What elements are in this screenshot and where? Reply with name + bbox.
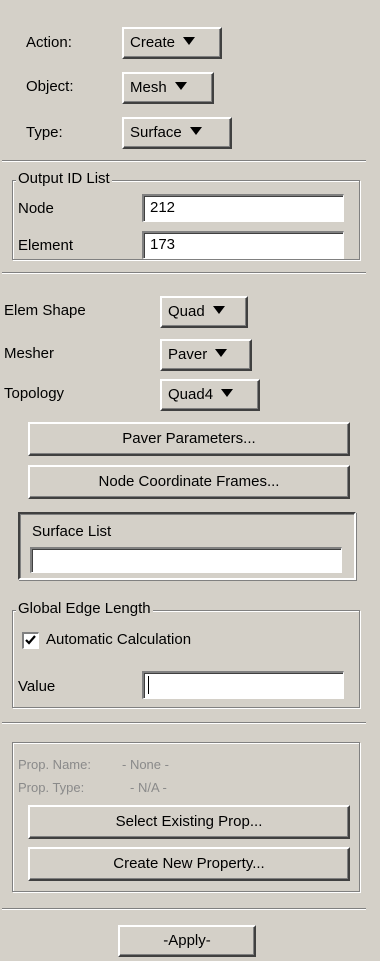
mesher-dropdown[interactable]: Paver <box>160 339 252 371</box>
mesher-value: Paver <box>168 346 208 363</box>
separator <box>2 908 366 910</box>
chevron-down-icon <box>189 127 202 136</box>
prop-name-label: Prop. Name: <box>18 757 91 772</box>
action-value: Create <box>130 34 176 51</box>
checkmark-icon <box>25 635 36 645</box>
type-dropdown[interactable]: Surface <box>122 117 232 149</box>
chevron-down-icon <box>221 389 234 398</box>
paver-parameters-button[interactable]: Paver Parameters... <box>28 422 350 456</box>
element-label: Element <box>18 237 74 254</box>
value-label: Value <box>18 678 56 695</box>
text-cursor <box>148 676 149 694</box>
apply-button[interactable]: -Apply- <box>118 925 256 957</box>
node-id-field[interactable]: 212 <box>142 194 344 222</box>
surface-list-input[interactable] <box>30 547 342 573</box>
node-label: Node <box>18 200 54 217</box>
separator <box>2 160 366 162</box>
separator <box>2 272 366 274</box>
chevron-down-icon <box>215 349 228 358</box>
chevron-down-icon <box>183 37 196 46</box>
automatic-calculation-checkbox[interactable] <box>22 632 39 649</box>
type-value: Surface <box>130 124 182 141</box>
node-coordinate-frames-button[interactable]: Node Coordinate Frames... <box>28 465 350 499</box>
object-label: Object: <box>26 78 74 95</box>
edge-length-value-field[interactable] <box>142 671 344 699</box>
chevron-down-icon <box>174 82 187 91</box>
separator <box>2 722 366 724</box>
mesher-label: Mesher <box>4 345 55 362</box>
element-id-field[interactable]: 173 <box>142 231 344 259</box>
topology-value: Quad4 <box>168 386 214 403</box>
topology-label: Topology <box>4 385 65 402</box>
object-value: Mesh <box>130 79 167 96</box>
prop-name-value: - None - <box>122 757 169 772</box>
object-dropdown[interactable]: Mesh <box>122 72 214 104</box>
create-new-property-button[interactable]: Create New Property... <box>28 847 350 881</box>
topology-dropdown[interactable]: Quad4 <box>160 379 260 411</box>
automatic-calculation-label: Automatic Calculation <box>46 631 192 648</box>
elem-shape-value: Quad <box>168 303 205 320</box>
prop-type-label: Prop. Type: <box>18 780 85 795</box>
elem-shape-label: Elem Shape <box>4 302 86 319</box>
global-edge-length-legend: Global Edge Length <box>16 600 153 617</box>
type-label: Type: <box>26 124 63 141</box>
chevron-down-icon <box>212 306 225 315</box>
output-id-list-legend: Output ID List <box>16 170 112 187</box>
elem-shape-dropdown[interactable]: Quad <box>160 296 248 328</box>
action-label: Action: <box>26 34 72 51</box>
action-dropdown[interactable]: Create <box>122 27 222 59</box>
surface-list-label: Surface List <box>32 523 112 540</box>
prop-type-value: - N/A - <box>130 780 167 795</box>
select-existing-prop-button[interactable]: Select Existing Prop... <box>28 805 350 839</box>
